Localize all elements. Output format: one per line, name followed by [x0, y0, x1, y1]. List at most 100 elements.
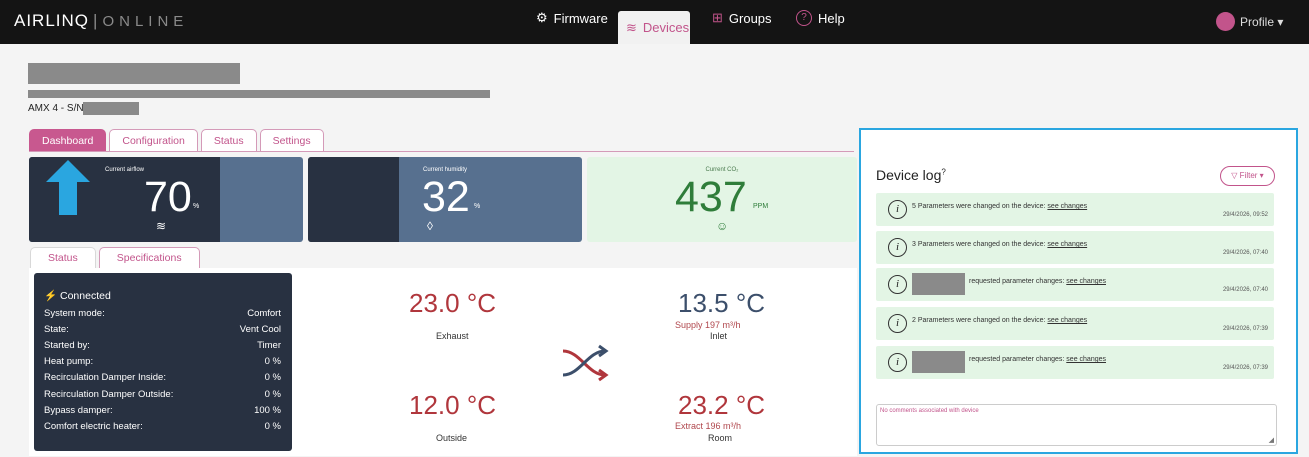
inlet-label: Inlet	[710, 331, 728, 341]
see-changes-link[interactable]: see changes	[1047, 203, 1087, 210]
status-row: Heat pump: 0 %	[44, 356, 281, 367]
brand-suffix: ONLINE	[102, 13, 189, 30]
status-row-label: Heat pump:	[44, 356, 94, 367]
comments-placeholder: No comments associated with device	[880, 408, 979, 414]
status-row: Started by: Timer	[44, 340, 281, 351]
nav-firmware[interactable]: ⚙ Firmware	[536, 10, 608, 26]
device-serial: AMX 4 - S/N	[28, 103, 84, 114]
see-changes-link[interactable]: see changes	[1047, 241, 1087, 248]
device-log-title-text: Device log	[876, 167, 942, 183]
status-row-label: System mode:	[44, 308, 105, 319]
info-icon: i	[888, 200, 907, 219]
status-row-value: 0 %	[264, 389, 281, 400]
extract-flow: Extract 196 m³/h	[675, 421, 742, 431]
help-icon[interactable]: ?	[941, 167, 945, 176]
main-tabs: Dashboard Configuration Status Settings	[29, 129, 327, 152]
brand-separator: |	[93, 11, 99, 30]
info-icon: i	[888, 353, 907, 372]
status-row-value: 100 %	[254, 405, 281, 416]
redacted-user	[912, 273, 965, 295]
status-row-label: Recirculation Damper Inside:	[44, 372, 166, 383]
exhaust-label: Exhaust	[436, 331, 469, 341]
log-entry-message: requested parameter changes:	[969, 356, 1067, 363]
status-row-value: Comfort	[247, 308, 281, 319]
log-entry-text: requested parameter changes: see changes	[969, 278, 1106, 285]
nav-groups[interactable]: ⊞ Groups	[712, 10, 772, 26]
airflow-value: 70	[144, 173, 192, 221]
device-log-title: Device log?	[876, 167, 946, 183]
log-entry-message: requested parameter changes:	[969, 278, 1067, 285]
arrow-up-icon	[46, 160, 90, 215]
status-row-label: Recirculation Damper Outside:	[44, 389, 174, 400]
humidity-value: 32	[422, 173, 470, 221]
tab-status[interactable]: Status	[200, 129, 257, 152]
log-entry-message: 2 Parameters were changed on the device:	[912, 317, 1048, 324]
nav-firmware-label: Firmware	[553, 10, 608, 26]
co2-unit: PPM	[753, 203, 769, 210]
info-icon: i	[888, 238, 907, 257]
log-entry-text: 3 Parameters were changed on the device:…	[912, 241, 1087, 248]
sub-tabs: Status Specifications	[30, 247, 203, 268]
tabs-divider	[29, 151, 854, 152]
fan-icon: ≋	[626, 19, 637, 35]
droplet-icon: ◊	[427, 219, 433, 233]
log-entry: i 3 Parameters were changed on the device…	[876, 231, 1274, 264]
fan-icon: ≋	[156, 219, 167, 233]
redacted-user	[912, 351, 965, 373]
log-entry: i requested parameter changes: see change…	[876, 268, 1274, 301]
info-icon: i	[888, 314, 907, 333]
nav-help-label: Help	[818, 10, 845, 26]
log-entry-date: 29/4/2026, 07:39	[1222, 326, 1268, 332]
tab-dashboard[interactable]: Dashboard	[29, 129, 107, 152]
status-row-value: Timer	[257, 340, 281, 351]
outside-temp: 12.0 °C	[409, 390, 497, 420]
humidity-unit: %	[474, 203, 481, 210]
log-entry-date: 29/4/2026, 09:52	[1222, 212, 1268, 218]
log-entry: i requested parameter changes: see change…	[876, 346, 1274, 379]
status-row: Recirculation Damper Outside: 0 %	[44, 389, 281, 400]
redacted-serial	[83, 102, 139, 115]
log-entry-text: requested parameter changes: see changes	[969, 356, 1106, 363]
serial-prefix: AMX 4 - S/N	[28, 103, 84, 114]
log-entry-date: 29/4/2026, 07:39	[1222, 365, 1268, 371]
profile-label: Profile ▾	[1240, 14, 1284, 29]
connection-label: Connected	[60, 290, 111, 302]
log-entry-text: 2 Parameters were changed on the device:…	[912, 317, 1087, 324]
connection-status: ⚡ Connected	[44, 289, 111, 302]
tab-specifications[interactable]: Specifications	[98, 247, 200, 268]
brand-logo[interactable]: AIRLINQ | ONLINE	[14, 11, 188, 31]
status-row: State: Vent Cool	[44, 324, 281, 335]
profile-menu[interactable]: Profile ▾	[1216, 12, 1283, 31]
see-changes-link[interactable]: see changes	[1066, 278, 1106, 285]
status-row-label: Started by:	[44, 340, 90, 351]
see-changes-link[interactable]: see changes	[1066, 356, 1106, 363]
nav-devices[interactable]: ≋ Devices	[618, 11, 690, 44]
comments-field[interactable]: No comments associated with device ◢	[876, 404, 1277, 446]
log-entry-text: 5 Parameters were changed on the device:…	[912, 203, 1087, 210]
tab-settings[interactable]: Settings	[259, 129, 324, 152]
status-row: Recirculation Damper Inside: 0 %	[44, 372, 281, 383]
resize-handle-icon[interactable]: ◢	[1269, 436, 1274, 444]
status-row-value: 0 %	[264, 421, 281, 432]
humidity-card: Current humidity 32 % ◊	[308, 157, 582, 242]
airflow-unit: %	[193, 203, 200, 210]
log-entry-message: 3 Parameters were changed on the device:	[912, 241, 1048, 248]
nav-help[interactable]: ? Help	[796, 10, 845, 26]
see-changes-link[interactable]: see changes	[1047, 317, 1087, 324]
top-navbar: AIRLINQ | ONLINE ⚙ Firmware ≋ Devices ⊞ Group…	[0, 0, 1309, 44]
redacted-device-desc	[28, 90, 490, 98]
status-row-label: Comfort electric heater:	[44, 421, 143, 432]
status-row-value: 0 %	[264, 356, 281, 367]
lightning-icon: ⚡	[44, 290, 58, 302]
exhaust-temp: 23.0 °C	[409, 288, 497, 318]
log-entry-date: 29/4/2026, 07:40	[1222, 250, 1268, 256]
filter-button[interactable]: ▽ Filter ▾	[1220, 166, 1275, 186]
room-label: Room	[708, 433, 733, 443]
room-temp: 23.2 °C	[678, 390, 766, 420]
tab-configuration[interactable]: Configuration	[109, 129, 198, 152]
tab-status-detail[interactable]: Status	[30, 247, 96, 268]
status-row: System mode: Comfort	[44, 308, 281, 319]
info-icon: i	[888, 275, 907, 294]
gear-icon: ⚙	[536, 10, 548, 25]
supply-flow: Supply 197 m³/h	[675, 320, 741, 330]
